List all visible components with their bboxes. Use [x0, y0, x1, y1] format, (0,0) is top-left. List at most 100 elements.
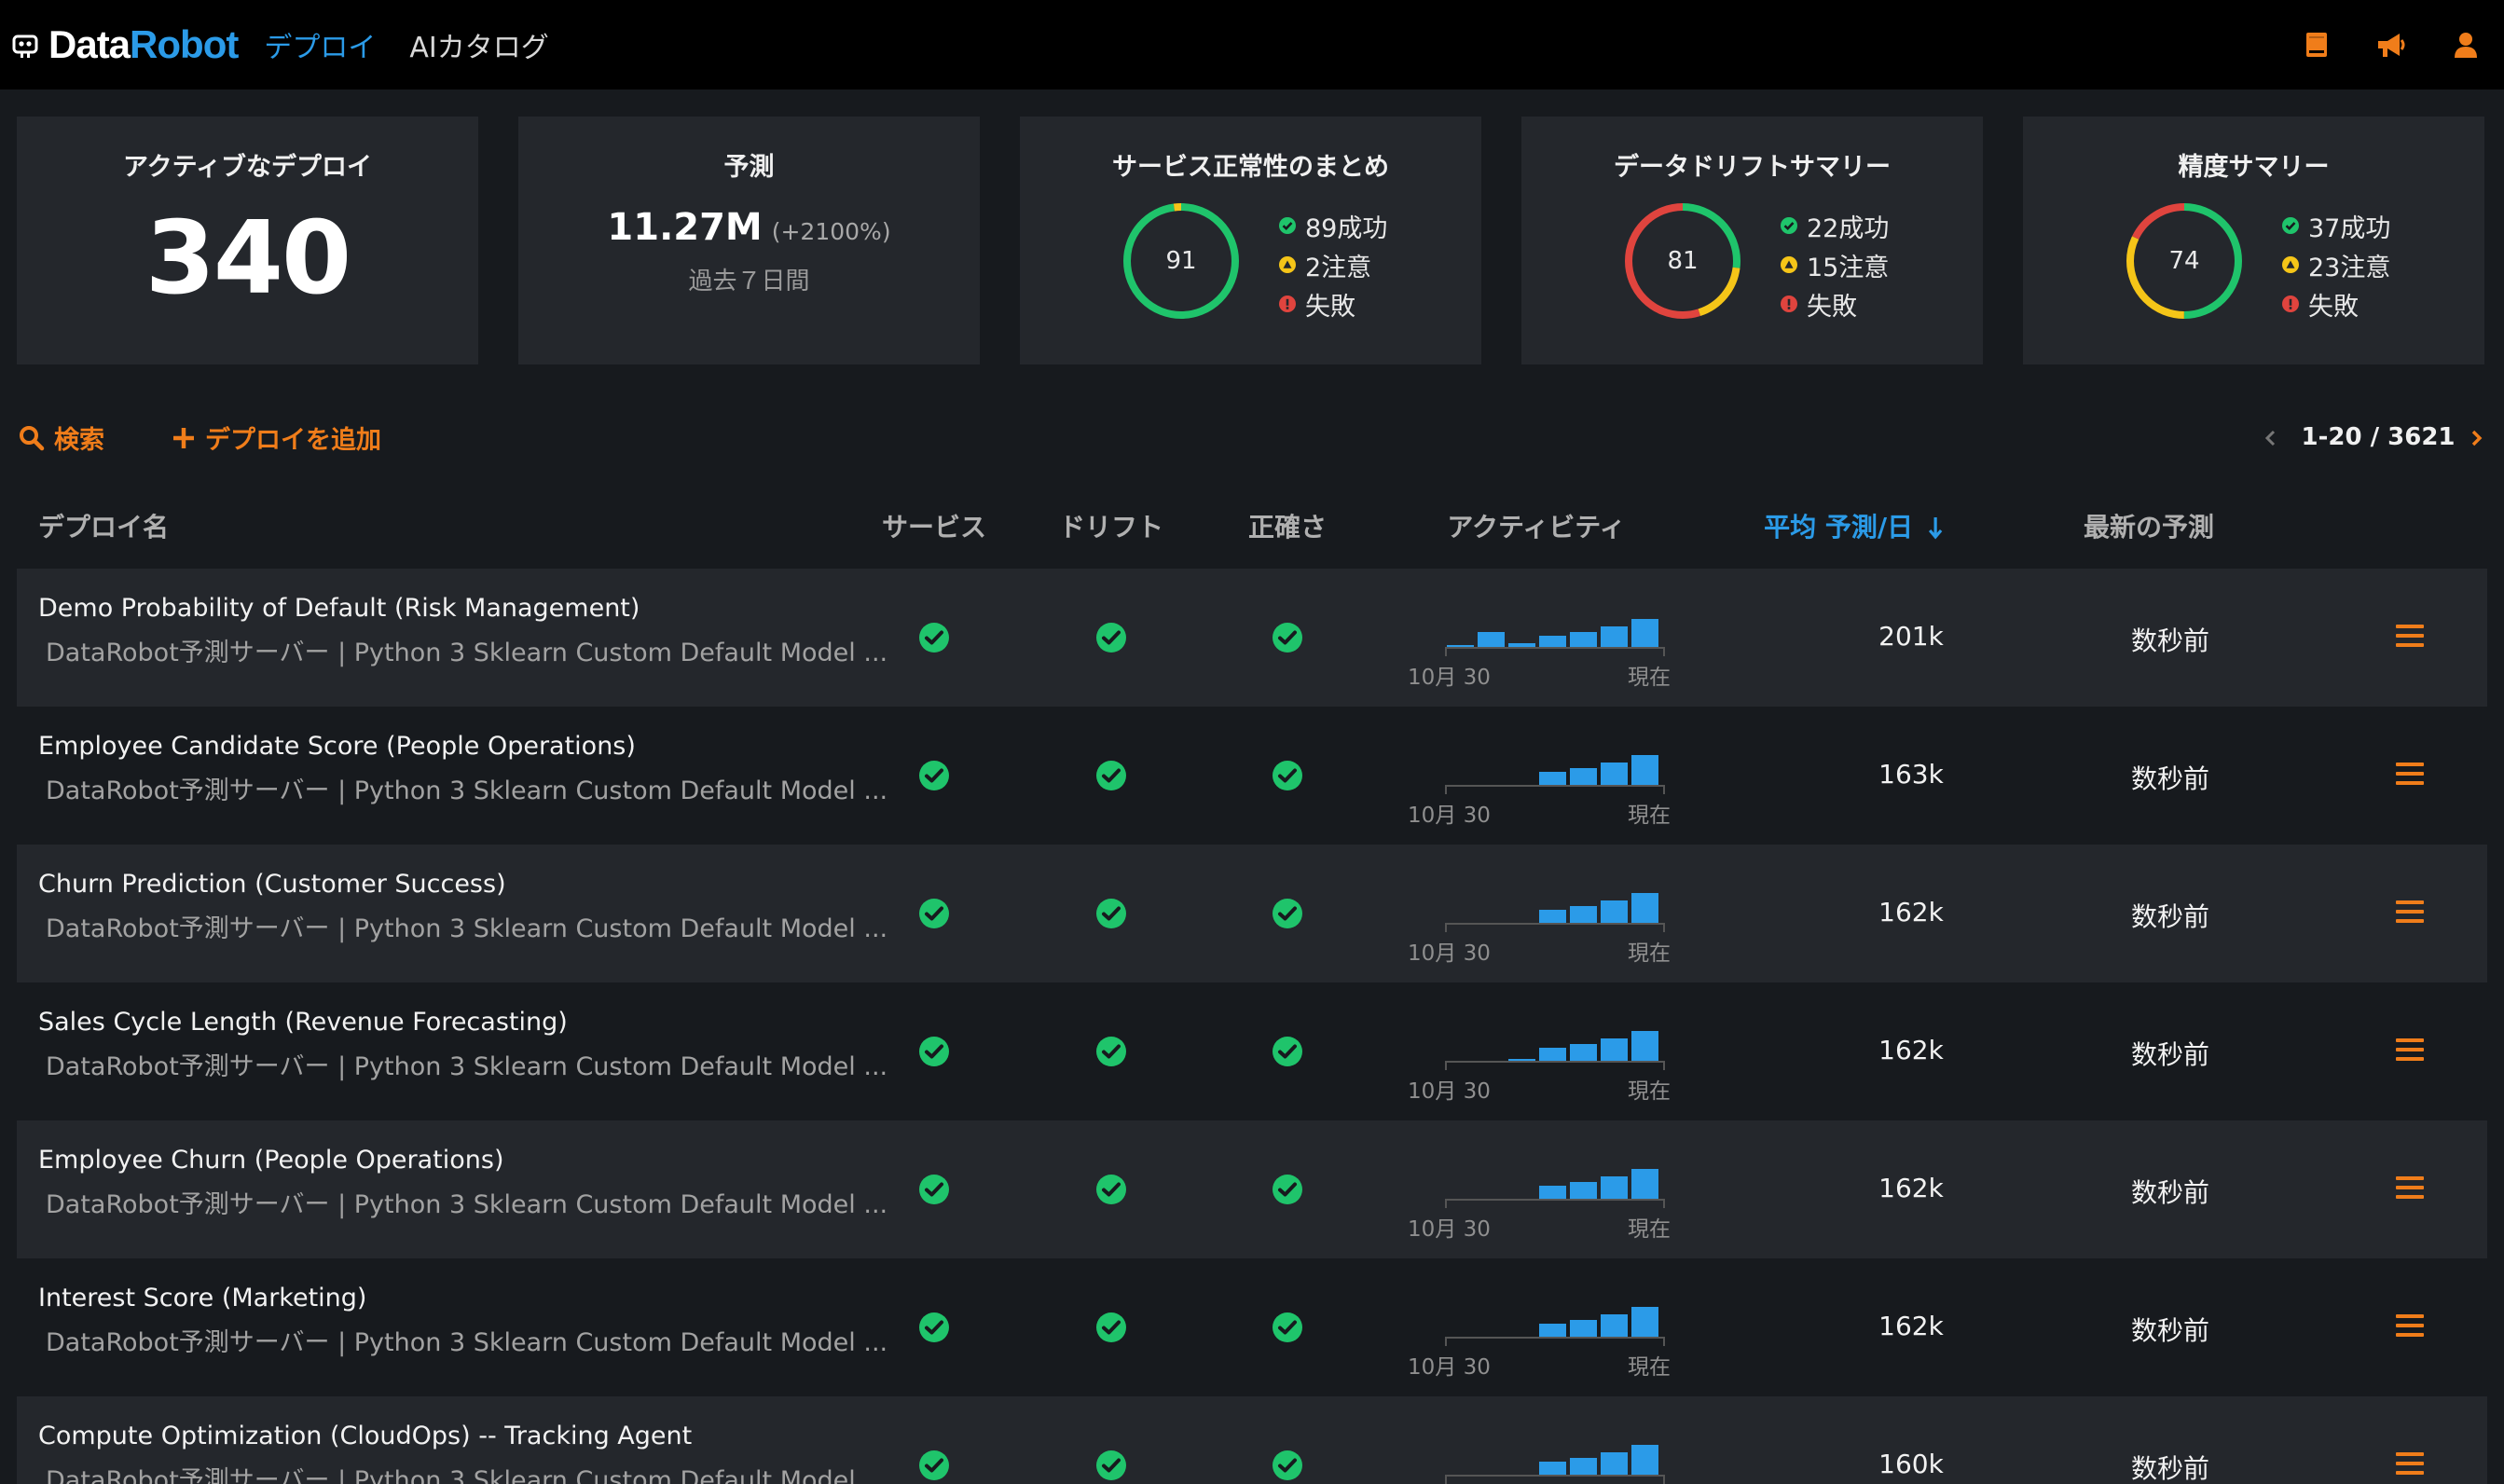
activity-bar	[1631, 1307, 1658, 1337]
success-check-icon	[1279, 217, 1296, 234]
table-row[interactable]: Sales Cycle Length (Revenue Forecasting)…	[17, 982, 2487, 1120]
success-check-icon	[2282, 217, 2299, 234]
avg-predictions-value: 160k	[1878, 1449, 1944, 1479]
legend-warning: 23注意	[2282, 245, 2390, 284]
accuracy-status-icon[interactable]	[1272, 760, 1303, 791]
row-menu-icon[interactable]	[2396, 900, 2424, 925]
activity-bar	[1601, 1038, 1628, 1061]
activity-bar	[1539, 1324, 1566, 1337]
service-status-icon[interactable]	[918, 1450, 950, 1481]
col-service[interactable]: サービス	[882, 507, 986, 544]
table-row[interactable]: Employee Churn (People Operations) DataR…	[17, 1120, 2487, 1258]
row-menu-icon[interactable]	[2396, 1452, 2424, 1477]
active-deployments-card: アクティブなデプロイ 340	[17, 117, 478, 364]
row-menu-icon[interactable]	[2396, 625, 2424, 649]
activity-bar	[1601, 626, 1628, 647]
accuracy-status-icon[interactable]	[1272, 1312, 1303, 1343]
row-menu-icon[interactable]	[2396, 1038, 2424, 1063]
avg-predictions-value: 162k	[1878, 1311, 1944, 1341]
accuracy-status-icon[interactable]	[1272, 898, 1303, 929]
deployment-name[interactable]: Employee Churn (People Operations)	[38, 1146, 504, 1175]
table-row[interactable]: Interest Score (Marketing) DataRobot予測サー…	[17, 1258, 2487, 1396]
service-status-icon[interactable]	[918, 622, 950, 653]
accuracy-status-icon[interactable]	[1272, 1036, 1303, 1067]
search-button[interactable]: 検索	[19, 419, 104, 456]
data-drift-card[interactable]: データドリフトサマリー 81 22成功 15注意 失敗	[1521, 117, 1983, 364]
search-icon	[20, 425, 45, 450]
col-avg-predictions[interactable]: 平均 予測/日	[1764, 507, 1943, 544]
service-health-card[interactable]: サービス正常性のまとめ 91 89成功 2注意 失敗	[1020, 117, 1481, 364]
activity-tick	[1663, 1337, 1665, 1346]
nav-deployments[interactable]: デプロイ	[264, 24, 376, 65]
deployment-description: DataRobot予測サーバー | Python 3 Sklearn Custo…	[46, 1466, 888, 1484]
search-label: 検索	[54, 426, 104, 455]
activity-bar	[1631, 893, 1658, 923]
avg-predictions-value: 162k	[1878, 1035, 1944, 1065]
activity-bar	[1570, 632, 1597, 647]
drift-status-icon[interactable]	[1095, 760, 1127, 791]
plus-icon	[173, 427, 194, 448]
drift-status-icon[interactable]	[1095, 622, 1127, 653]
service-status-icon[interactable]	[918, 898, 950, 929]
add-deployment-button[interactable]: デプロイを追加	[172, 419, 381, 456]
accuracy-status-icon[interactable]	[1272, 1174, 1303, 1205]
row-menu-icon[interactable]	[2396, 1176, 2424, 1201]
deployment-name[interactable]: Interest Score (Marketing)	[38, 1284, 366, 1312]
col-latest-prediction[interactable]: 最新の予測	[2084, 507, 2214, 544]
activity-end-label: 現在	[1628, 1217, 1671, 1242]
card-title: アクティブなデプロイ	[122, 153, 373, 182]
service-status-icon[interactable]	[918, 1174, 950, 1205]
avg-predictions-value: 162k	[1878, 1173, 1944, 1203]
activity-axis	[1445, 785, 1665, 787]
row-menu-icon[interactable]	[2396, 763, 2424, 787]
predictions-period: 過去７日間	[688, 268, 810, 295]
deployment-name[interactable]: Sales Cycle Length (Revenue Forecasting)	[38, 1008, 568, 1037]
service-status-icon[interactable]	[918, 1312, 950, 1343]
activity-sparkline: 10月 30 現在	[1398, 606, 1678, 690]
accuracy-status-icon[interactable]	[1272, 1450, 1303, 1481]
avg-predictions-value: 201k	[1878, 621, 1944, 652]
user-icon[interactable]	[2450, 29, 2482, 61]
deployment-description: DataRobot予測サーバー | Python 3 Sklearn Custo…	[46, 1190, 888, 1219]
chevron-right-icon[interactable]	[2465, 427, 2487, 449]
datarobot-logo[interactable]: DataRobot	[11, 22, 239, 67]
activity-tick	[1663, 1061, 1665, 1070]
accuracy-status-icon[interactable]	[1272, 622, 1303, 653]
deployment-name[interactable]: Demo Probability of Default (Risk Manage…	[38, 594, 640, 623]
table-row[interactable]: Compute Optimization (CloudOps) -- Track…	[17, 1396, 2487, 1484]
drift-status-icon[interactable]	[1095, 1312, 1127, 1343]
service-status-icon[interactable]	[918, 760, 950, 791]
drift-status-icon[interactable]	[1095, 1036, 1127, 1067]
deployment-name[interactable]: Churn Prediction (Customer Success)	[38, 870, 506, 899]
drift-status-icon[interactable]	[1095, 1450, 1127, 1481]
drift-status-icon[interactable]	[1095, 898, 1127, 929]
activity-bar	[1570, 1320, 1597, 1337]
card-title: 予測	[723, 153, 775, 182]
activity-bar	[1539, 636, 1566, 647]
activity-bar	[1631, 1169, 1658, 1199]
success-check-icon	[1781, 217, 1797, 234]
nav-ai-catalog[interactable]: AIカタログ	[409, 24, 548, 65]
active-deployments-count: 340	[144, 200, 351, 317]
activity-start-label: 10月 30	[1408, 941, 1491, 966]
deployment-name[interactable]: Employee Candidate Score (People Operati…	[38, 732, 636, 761]
latest-prediction-value: 数秒前	[2130, 1177, 2209, 1208]
megaphone-icon[interactable]	[2375, 29, 2407, 61]
col-activity[interactable]: アクティビティ	[1447, 507, 1625, 544]
activity-tick	[1445, 647, 1447, 656]
deployment-name[interactable]: Compute Optimization (CloudOps) -- Track…	[38, 1422, 692, 1450]
activity-tick	[1663, 1475, 1665, 1484]
book-icon[interactable]	[2301, 29, 2332, 61]
table-row[interactable]: Churn Prediction (Customer Success) Data…	[17, 845, 2487, 982]
table-row[interactable]: Demo Probability of Default (Risk Manage…	[17, 569, 2487, 707]
row-menu-icon[interactable]	[2396, 1314, 2424, 1339]
col-drift[interactable]: ドリフト	[1059, 507, 1163, 544]
col-deployment-name[interactable]: デプロイ名	[38, 507, 169, 544]
col-accuracy[interactable]: 正確さ	[1248, 507, 1327, 544]
deployment-description: DataRobot予測サーバー | Python 3 Sklearn Custo…	[46, 1052, 888, 1081]
service-status-icon[interactable]	[918, 1036, 950, 1067]
drift-status-icon[interactable]	[1095, 1174, 1127, 1205]
table-row[interactable]: Employee Candidate Score (People Operati…	[17, 707, 2487, 845]
activity-bar	[1601, 1314, 1628, 1337]
accuracy-card[interactable]: 精度サマリー 74 37成功 23注意 失敗	[2023, 117, 2484, 364]
